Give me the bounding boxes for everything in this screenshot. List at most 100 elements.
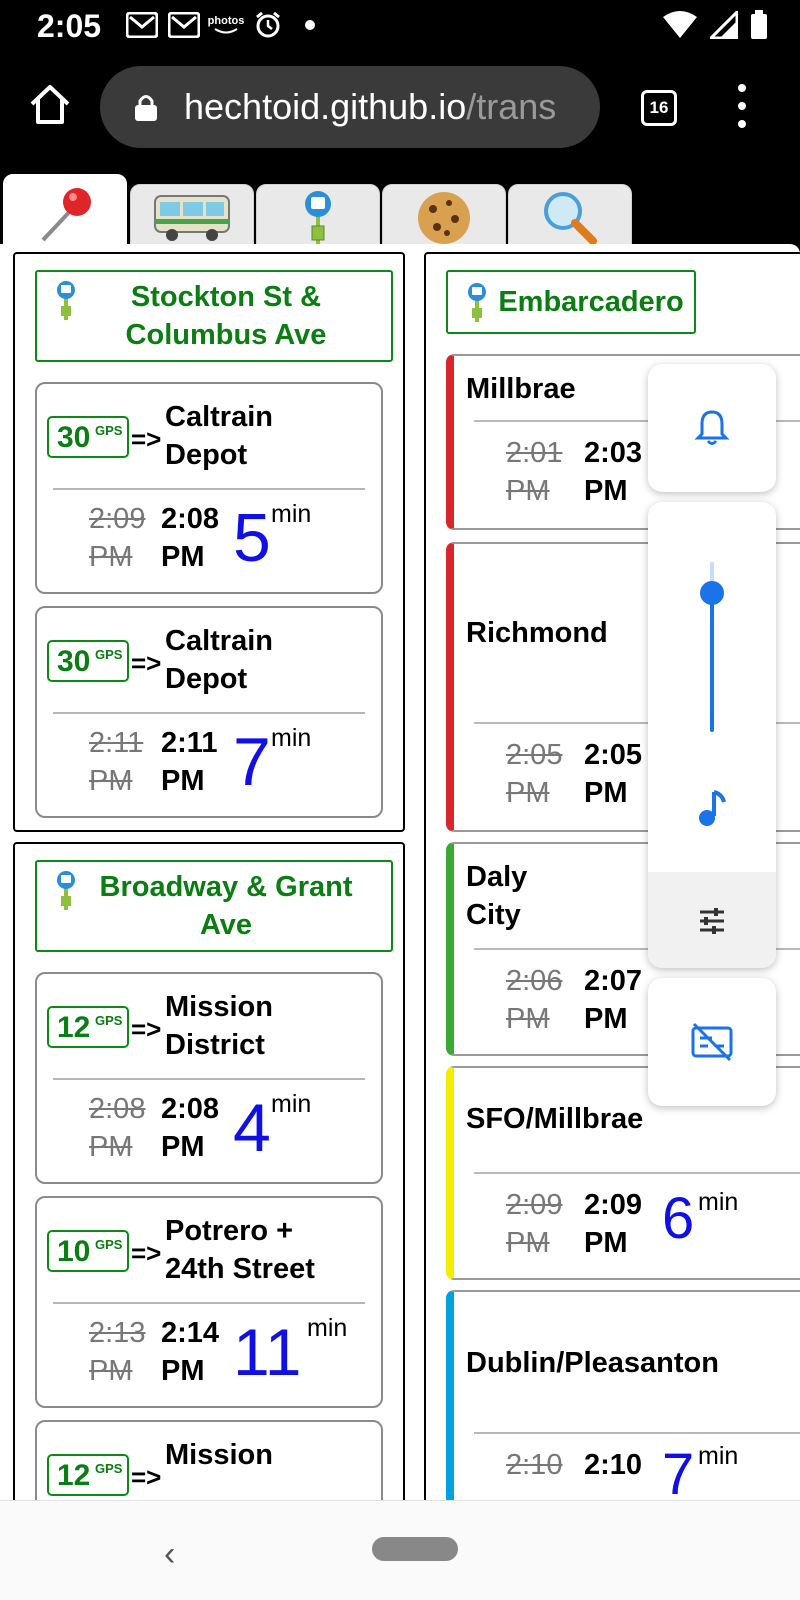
stop-header[interactable]: Stockton St & Columbus Ave	[35, 270, 393, 362]
divider	[53, 488, 365, 490]
battery-icon	[751, 10, 767, 39]
scheduled-time: 2:08 PM	[89, 1093, 146, 1163]
home-icon[interactable]	[28, 82, 72, 126]
volume-panel	[648, 502, 776, 968]
minutes-away: 7	[233, 724, 271, 800]
magnifying-glass-icon	[544, 192, 597, 245]
scheduled-time: 2:01 PM	[506, 437, 563, 507]
scheduled-time: 2:06 PM	[506, 965, 563, 1035]
music-note-icon[interactable]	[692, 788, 732, 828]
address-bar[interactable]: hechtoid.github.io/trans	[100, 66, 600, 148]
minutes-unit: min	[307, 1314, 348, 1342]
arrival-card[interactable]: 12 GPS => Mission	[35, 1420, 383, 1500]
lock-icon	[135, 95, 157, 121]
notification-icons: photos	[126, 11, 326, 39]
route-arrow: =>	[131, 1462, 162, 1492]
back-icon[interactable]: ‹	[164, 1535, 175, 1574]
stop-panel: Stockton St & Columbus Ave 30 GPS => Caltr…	[13, 252, 405, 832]
wifi-icon	[663, 11, 697, 38]
ringer-mode-button[interactable]	[648, 364, 776, 492]
predicted-time: 2:08 PM	[161, 1093, 220, 1163]
divider	[474, 1172, 800, 1174]
dot-icon	[294, 11, 326, 39]
volume-fill	[710, 593, 714, 732]
destination: Mission District	[165, 991, 273, 1061]
divider	[474, 1432, 800, 1434]
route-badge: 10 GPS	[47, 1230, 129, 1272]
captions-off-icon	[691, 1022, 733, 1062]
tune-icon	[700, 908, 724, 934]
station-name: Embarcadero	[498, 286, 684, 318]
minutes-unit: min	[271, 500, 312, 528]
tab-bus-stop[interactable]	[256, 184, 380, 252]
tab-search[interactable]	[508, 184, 632, 252]
route-badge: 30 GPS	[47, 416, 129, 458]
system-icons	[662, 10, 768, 40]
route-arrow: =>	[131, 424, 162, 454]
departure-destination: Dublin/Pleasanton	[466, 1347, 719, 1379]
settings-row[interactable]	[648, 872, 776, 968]
destination: Caltrain Depot	[165, 401, 273, 471]
url-path: /trans	[466, 86, 557, 127]
url-text: hechtoid.github.io/trans	[184, 86, 556, 128]
bus-stop-icon	[57, 281, 75, 320]
tab-cookie[interactable]	[382, 184, 506, 252]
bus-stop-icon	[57, 871, 75, 910]
departure-destination: Daly City	[466, 861, 528, 931]
minutes-unit: min	[698, 1442, 739, 1470]
stop-name: Broadway & Grant Ave	[99, 871, 353, 941]
gmail-icon	[168, 11, 200, 39]
station-header[interactable]: Embarcadero	[446, 270, 696, 334]
status-time: 2:05	[37, 8, 102, 44]
route-badge: 12 GPS	[47, 1454, 129, 1496]
scheduled-time: 2:11 PM	[89, 727, 144, 797]
arrival-card[interactable]: 10 GPS => Potrero +24th Street 2:13 PM 2:1…	[35, 1196, 383, 1408]
divider	[53, 1078, 365, 1080]
destination: Caltrain Depot	[165, 625, 273, 695]
bell-icon	[694, 410, 730, 445]
predicted-time: 2:10	[584, 1449, 643, 1481]
minutes-unit: min	[698, 1188, 739, 1216]
alarm-icon	[252, 11, 284, 39]
volume-slider-thumb[interactable]	[700, 581, 724, 605]
arrival-card[interactable]: 30 GPS => Caltrain Depot 2:11 PM 2:11 PM 7 m…	[35, 606, 383, 818]
minutes-unit: min	[271, 724, 312, 752]
tab-switcher-button[interactable]: 16	[641, 90, 677, 126]
divider	[53, 1302, 365, 1304]
divider	[53, 712, 365, 714]
predicted-time: 2:14 PM	[161, 1317, 220, 1387]
more-options-icon[interactable]	[730, 84, 754, 128]
departure-destination: Millbrae	[466, 373, 576, 405]
url-host: hechtoid.github.io	[184, 86, 467, 127]
status-bar: 2:05 photos	[0, 0, 800, 52]
route-arrow: =>	[131, 1238, 162, 1268]
scheduled-time: 2:13 PM	[89, 1317, 146, 1387]
scheduled-time: 2:09 PM	[506, 1189, 563, 1259]
phone-screen: 2:05 photos hechtoid.github.io/trans 16 …	[0, 0, 800, 1600]
minutes-away: 11	[233, 1315, 302, 1389]
scheduled-time: 2:05 PM	[506, 739, 563, 809]
live-caption-button[interactable]	[648, 978, 776, 1106]
browser-toolbar: hechtoid.github.io/trans 16	[0, 52, 800, 164]
minutes-away: 5	[233, 500, 271, 576]
tab-pushpin[interactable]	[3, 174, 127, 254]
tab-bus[interactable]	[130, 184, 254, 252]
signal-icon	[710, 11, 738, 39]
home-gesture-pill[interactable]	[372, 1537, 458, 1561]
predicted-time: 2:11 PM	[161, 727, 218, 797]
predicted-time: 2:09 PM	[584, 1189, 643, 1259]
departure-card[interactable]: Dublin/Pleasanton 2:10 2:10 7 min	[446, 1290, 800, 1500]
arrival-card[interactable]: 12 GPS => Mission District 2:08 PM 2:08 PM 4…	[35, 972, 383, 1184]
photos-label: photos	[207, 15, 245, 27]
scheduled-time: 2:10	[506, 1449, 563, 1481]
stop-header[interactable]: Broadway & Grant Ave	[35, 860, 393, 952]
scheduled-time: 2:09 PM	[89, 503, 146, 573]
stop-panel: Broadway & Grant Ave 12 GPS => Mission Dist…	[13, 842, 405, 1500]
minutes-away: 7	[662, 1442, 695, 1500]
minutes-unit: min	[271, 1090, 312, 1118]
minutes-away: 6	[662, 1186, 695, 1251]
route-arrow: =>	[131, 1014, 162, 1044]
destination: Mission	[165, 1439, 273, 1471]
predicted-time: 2:08 PM	[161, 503, 220, 573]
arrival-card[interactable]: 30 GPS => Caltrain Depot 2:09 PM 2:08 PM 5 m…	[35, 382, 383, 594]
